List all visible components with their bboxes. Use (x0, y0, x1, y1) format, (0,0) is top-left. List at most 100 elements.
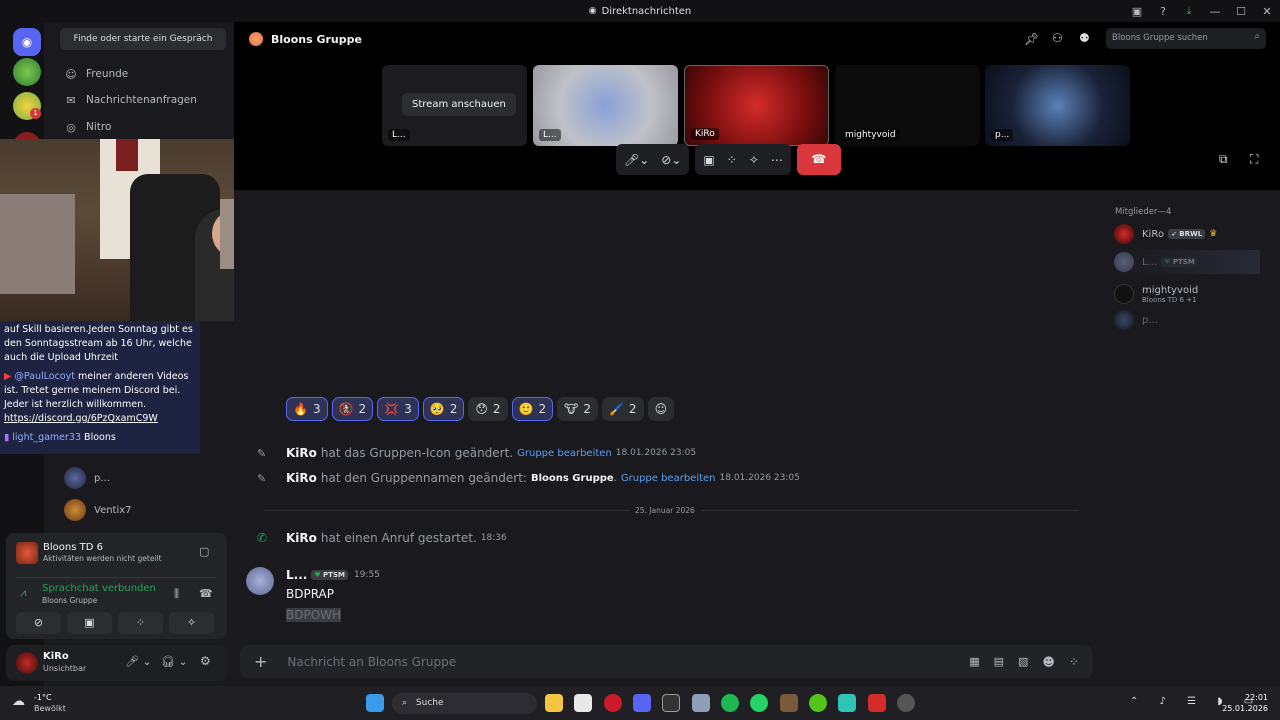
edit-group-link[interactable]: Gruppe bearbeiten (517, 448, 612, 459)
minimize-button[interactable]: — (1202, 5, 1228, 18)
soundboard-icon[interactable]: ✧ (749, 153, 759, 167)
more-icon[interactable]: ⋯ (771, 153, 783, 167)
reaction-button[interactable]: 🖌️ 2 (601, 397, 644, 421)
whatsapp-icon[interactable] (750, 694, 768, 712)
app-icon[interactable] (868, 694, 886, 712)
message-author[interactable]: KiRo (286, 446, 317, 460)
activities-icon[interactable]: ⁘ (727, 153, 737, 167)
app-icon[interactable] (838, 694, 856, 712)
file-explorer-icon[interactable] (545, 694, 563, 712)
voice-channel[interactable]: Bloons Gruppe (42, 596, 97, 605)
taskbar-search[interactable]: ⌕ Suche (392, 693, 537, 714)
dm-item[interactable]: p... (64, 465, 110, 491)
watch-stream-button[interactable]: Stream anschauen (402, 93, 516, 116)
add-reaction-icon[interactable]: ☺ (647, 397, 675, 421)
leave-call-button[interactable]: ☎ (796, 144, 841, 175)
pin-icon[interactable]: 📌︎ (1024, 32, 1039, 46)
camera-off-icon[interactable]: ⊘⌄ (661, 153, 681, 167)
close-button[interactable]: ✕ (1254, 5, 1280, 18)
fullscreen-icon[interactable]: ⛶ (1250, 152, 1258, 167)
avatar[interactable] (16, 652, 38, 674)
reaction-button[interactable]: 🙂 2 (511, 397, 554, 421)
avatar (64, 467, 86, 489)
app-icon[interactable] (662, 694, 680, 712)
nav-message-requests[interactable]: ✉ Nachrichtenanfragen (56, 88, 226, 112)
inbox-icon[interactable]: ▣ (1124, 5, 1150, 18)
activities-button[interactable]: ⁘ (118, 612, 163, 634)
find-conversation-button[interactable]: Finde oder starte ein Gespräch (60, 28, 226, 50)
headphones-icon[interactable]: 🎧︎ ⌄ (161, 655, 188, 668)
screenshare-button[interactable]: ▣ (67, 612, 112, 634)
game-name: Bloons TD 6 (43, 542, 103, 553)
participant-tile[interactable]: p... (985, 65, 1130, 146)
app-icon[interactable] (692, 694, 710, 712)
noise-suppression-icon[interactable]: ⫼ (174, 587, 179, 601)
nav-nitro[interactable]: ◎ Nitro (56, 115, 226, 139)
popout-icon[interactable]: ⧉ (1219, 152, 1228, 167)
member-item[interactable]: L... ♥ PTSM (1114, 250, 1260, 274)
microphone-toggle-icon[interactable]: 🎤︎⌄ (624, 153, 649, 167)
apps-icon[interactable]: ⁘ (1069, 655, 1079, 669)
stream-tile[interactable]: Stream anschauen L... (382, 65, 527, 146)
message-author[interactable]: L... (286, 568, 307, 582)
nav-friends[interactable]: ☺ Freunde (56, 62, 226, 86)
reaction-button[interactable]: 🥺 2 (422, 397, 465, 421)
message-author[interactable]: KiRo (286, 531, 317, 545)
participant-tile[interactable]: L... (533, 65, 678, 146)
message-input[interactable]: Nachricht an Bloons Gruppe (287, 655, 969, 669)
server-icon[interactable] (13, 58, 41, 86)
activity-settings-icon[interactable]: ▢ (199, 545, 209, 558)
member-name: L... (1142, 256, 1158, 268)
help-icon[interactable]: ? (1150, 5, 1176, 18)
system-message: ✆ KiRo hat einen Anruf gestartet. 18:36 (257, 531, 507, 545)
members-icon[interactable]: ⚉ (1079, 31, 1090, 45)
search-input[interactable]: Bloons Gruppe suchen ⌕ (1106, 28, 1266, 49)
store-icon[interactable] (574, 694, 592, 712)
edit-group-link[interactable]: Gruppe bearbeiten (621, 473, 716, 484)
reaction-button[interactable]: 😯 2 (468, 397, 508, 421)
sticker-icon[interactable]: ▧ (1018, 655, 1028, 668)
windows-start-icon[interactable] (366, 694, 384, 712)
chat-link[interactable]: https://discord.gg/6PzQxamC9W (4, 413, 158, 424)
discord-taskbar-icon[interactable] (633, 694, 651, 712)
message-author[interactable]: KiRo (286, 471, 317, 485)
reaction-button[interactable]: 🔥 3 (286, 397, 328, 421)
discord-home-icon[interactable]: ◉ (13, 28, 41, 56)
add-attachment-icon[interactable]: + (254, 652, 267, 671)
spotify-icon[interactable] (721, 694, 739, 712)
settings-icon[interactable]: ⚙ (200, 654, 211, 668)
microphone-icon[interactable]: 🎤︎ ⌄ (125, 655, 152, 668)
chat-message: ▶ @PaulLocoyt meiner anderen Videos ist.… (4, 370, 196, 426)
app-icon[interactable] (780, 694, 798, 712)
download-icon[interactable]: ⤓ (1176, 4, 1202, 18)
reaction-button[interactable]: 🚷 2 (331, 397, 374, 421)
clock-time[interactable]: 22:01 (1228, 693, 1268, 702)
member-item[interactable]: KiRo ➶ BRWL ♛ (1114, 222, 1217, 246)
avatar[interactable] (246, 567, 274, 595)
nav-label: Nachrichtenanfragen (86, 94, 197, 106)
screenshare-icon[interactable]: ▣ (703, 153, 714, 167)
clock-date[interactable]: 25.01.2026 (1220, 704, 1268, 713)
add-friends-icon[interactable]: ⚇ (1052, 31, 1063, 45)
member-item[interactable]: mightyvoid Bloons TD 6 +1 (1114, 280, 1198, 308)
emoji-icon[interactable]: ☻ (1042, 655, 1055, 669)
maximize-button[interactable]: ☐ (1228, 5, 1254, 18)
disconnect-icon[interactable]: ☎ (199, 587, 213, 600)
camera-toggle-button[interactable]: ⊘ (16, 612, 61, 634)
opera-icon[interactable] (604, 694, 622, 712)
app-icon[interactable] (809, 694, 827, 712)
reaction-button[interactable]: 🐮 2 (557, 397, 598, 421)
nav-label: Freunde (86, 68, 129, 80)
voice-status[interactable]: Sprachchat verbunden (42, 583, 156, 594)
participant-tile[interactable]: mightyvoid (835, 65, 980, 146)
soundboard-button[interactable]: ✧ (169, 612, 214, 634)
member-item[interactable]: p... (1114, 308, 1158, 332)
gif-icon[interactable]: ▤ (994, 655, 1004, 668)
reaction-emoji: 🐮 (564, 402, 579, 416)
app-icon[interactable] (897, 694, 915, 712)
reaction-button[interactable]: 💢 3 (377, 397, 419, 421)
gift-icon[interactable]: ▦ (969, 655, 979, 668)
participant-tile[interactable]: KiRo (684, 65, 829, 146)
dm-item[interactable]: Ventix7 (64, 497, 132, 523)
weather-temp[interactable]: -1°C (34, 693, 52, 702)
